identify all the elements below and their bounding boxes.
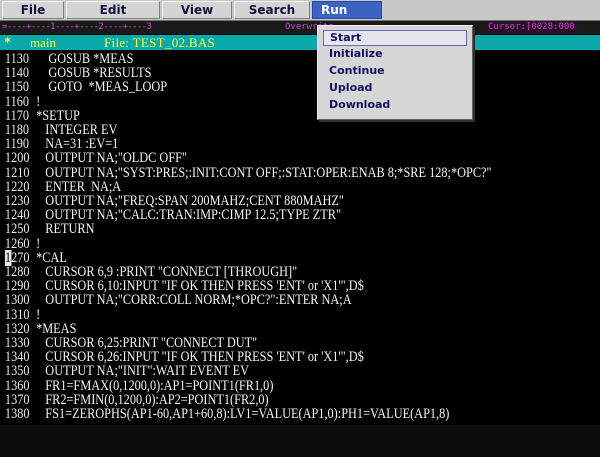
- line-text: *CAL: [36, 249, 67, 266]
- line-text: FS1=ZEROPHS(AP1-60,AP1+60,8):LV1=VALUE(A…: [36, 406, 450, 422]
- run-menu-download[interactable]: Download: [323, 98, 467, 114]
- cursor-position: Cursor:[0028:000: [486, 22, 577, 33]
- line-text: GOSUB *RESULTS: [36, 65, 152, 82]
- line-number: 1220: [4, 178, 30, 195]
- line-text: OUTPUT NA;"CORR:COLL NORM;*OPC?":ENTER N…: [36, 292, 352, 309]
- line-text: RETURN: [36, 221, 95, 238]
- menu-edit[interactable]: Edit: [66, 1, 160, 19]
- line-number: 1330: [4, 335, 30, 351]
- status-ruler: =----+----1----+----2----+----3 Overwrit…: [0, 21, 600, 34]
- line-number: 1160: [4, 93, 30, 110]
- line-number: 1150: [4, 79, 30, 96]
- line-number: 1140: [4, 65, 30, 82]
- line-number: 1170: [4, 107, 30, 124]
- line-text: CURSOR 6,10:INPUT "IF OK THEN PRESS 'ENT…: [36, 278, 364, 295]
- line-number: 1210: [4, 164, 30, 181]
- line-text: CURSOR 6,26:INPUT "IF OK THEN PRESS 'ENT…: [36, 349, 364, 366]
- line-number: 1360: [4, 377, 30, 394]
- file-name: File: TEST_02.BAS: [104, 35, 216, 50]
- line-number: 1290: [4, 278, 30, 295]
- program-name: main: [30, 35, 56, 50]
- line-text: CURSOR 6,9 :PRINT "CONNECT [THROUGH]": [36, 264, 298, 280]
- line-number: 1240: [4, 207, 30, 224]
- line-text: GOTO *MEAS_LOOP: [36, 79, 168, 96]
- run-menu-continue[interactable]: Continue: [323, 64, 467, 80]
- line-number: 1300: [4, 292, 30, 309]
- menu-file[interactable]: File: [2, 1, 64, 19]
- line-text: !: [36, 93, 41, 110]
- line-number: 1250: [4, 221, 30, 238]
- run-menu-start[interactable]: Start: [323, 30, 467, 46]
- line-number: 1380: [4, 406, 30, 422]
- line-text: CURSOR 6,25:PRINT "CONNECT DUT": [36, 335, 258, 351]
- line-text: OUTPUT NA;"FREQ:SPAN 200MAHZ;CENT 880MAH…: [36, 193, 344, 209]
- run-menu-initialize[interactable]: Initialize: [323, 47, 467, 63]
- line-text: *MEAS: [36, 320, 77, 337]
- line-number: 1280: [4, 264, 30, 280]
- line-text: ENTER NA;A: [36, 178, 122, 195]
- line-number: 1370: [4, 391, 30, 408]
- line-text: OUTPUT NA;"OLDC OFF": [36, 150, 188, 167]
- line-text: FR1=FMAX(0,1200,0):AP1=POINT1(FR1,0): [36, 377, 274, 394]
- file-title-bar: * main File: TEST_02.BAS: [0, 35, 600, 50]
- line-number: 1320: [4, 320, 30, 337]
- menu-bar: File Edit View Search Run: [0, 0, 600, 21]
- line-text: !: [36, 235, 41, 252]
- line-text: FR2=FMIN(0,1200,0):AP2=POINT1(FR2,0): [36, 391, 269, 408]
- line-number: 1200: [4, 150, 30, 167]
- line-number: 1310: [4, 306, 30, 323]
- line-text: OUTPUT NA;"INIT":WAIT EVENT EV: [36, 363, 250, 380]
- line-number: 1350: [4, 363, 30, 380]
- menu-run[interactable]: Run: [312, 1, 382, 19]
- run-menu-upload[interactable]: Upload: [323, 81, 467, 97]
- line-number: 1260: [4, 235, 30, 252]
- line-number: 1190: [4, 136, 30, 153]
- modified-marker: *: [4, 35, 12, 49]
- bottom-strip: [0, 425, 600, 457]
- run-menu-dropdown: Start Initialize Continue Upload Downloa…: [317, 25, 473, 120]
- line-text: NA=31 :EV=1: [36, 136, 119, 153]
- line-number: 1340: [4, 349, 30, 366]
- line-number: 1270: [4, 249, 30, 266]
- column-ruler: =----+----1----+----2----+----3: [2, 22, 152, 32]
- line-number: 1230: [4, 193, 30, 209]
- line-text: INTEGER EV: [36, 122, 118, 138]
- line-text: OUTPUT NA;"CALC:TRAN:IMP:CIMP 12.5;TYPE …: [36, 207, 342, 224]
- line-number: 1130: [4, 51, 30, 67]
- line-text: OUTPUT NA;"SYST:PRES;:INIT:CONT OFF;:STA…: [36, 164, 492, 181]
- line-text: GOSUB *MEAS: [36, 51, 134, 67]
- line-text: !: [36, 306, 41, 323]
- line-text: *SETUP: [36, 107, 80, 124]
- menu-view[interactable]: View: [162, 1, 232, 19]
- menu-search[interactable]: Search: [234, 1, 310, 19]
- line-number: 1180: [4, 122, 30, 138]
